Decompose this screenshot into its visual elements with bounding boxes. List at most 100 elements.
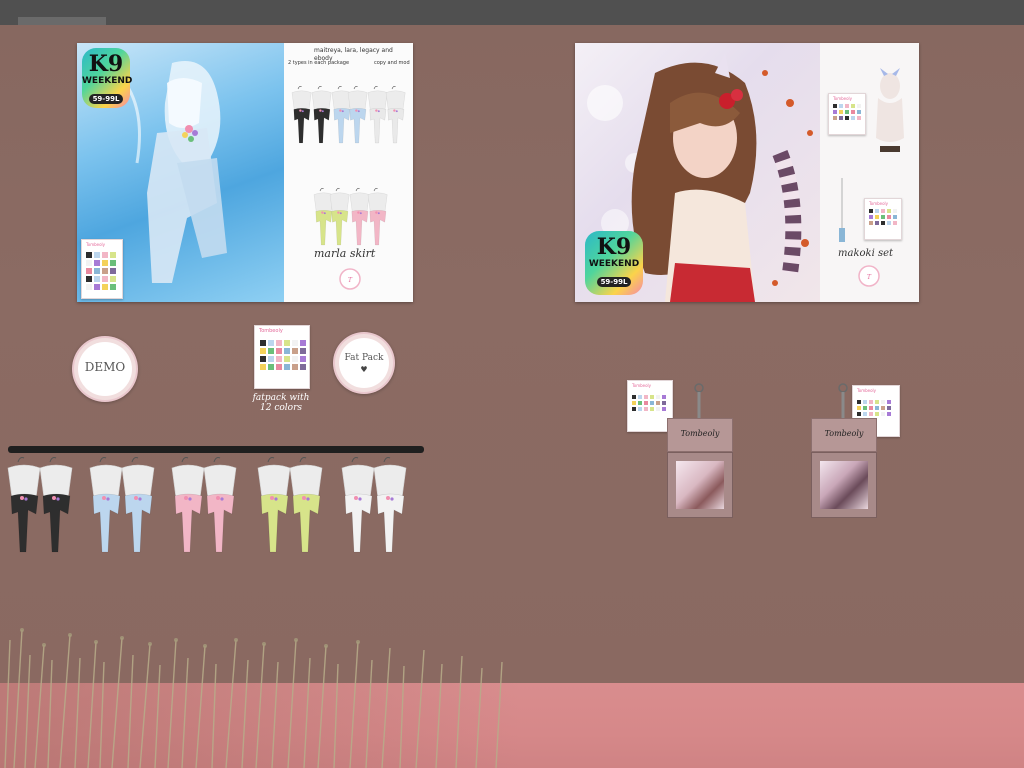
color-swatch xyxy=(881,215,885,219)
grass-decoration xyxy=(4,628,503,768)
color-swatch xyxy=(662,395,666,399)
color-swatch xyxy=(638,407,642,411)
demo-button[interactable]: DEMO xyxy=(78,342,132,396)
fatpack-caption: fatpack with 12 colors xyxy=(252,393,310,413)
color-swatch xyxy=(869,406,873,410)
color-swatch xyxy=(292,364,298,370)
color-swatch xyxy=(869,209,873,213)
mannequin-skirt xyxy=(367,188,388,246)
color-swatch xyxy=(887,412,891,416)
color-swatch xyxy=(638,401,642,405)
color-swatch xyxy=(276,340,282,346)
mannequin-skirt xyxy=(171,457,205,553)
color-swatch xyxy=(839,110,843,114)
viewer-top-bar xyxy=(0,0,1024,25)
vendor-box[interactable]: Tombeoly xyxy=(811,383,877,518)
brand-seal-icon: T xyxy=(339,268,361,290)
color-swatch xyxy=(86,252,92,258)
color-swatch xyxy=(875,412,879,416)
vendor-sign: Tombeoly xyxy=(811,418,877,452)
color-swatch xyxy=(632,395,636,399)
color-swatch xyxy=(260,348,266,354)
color-swatch xyxy=(875,400,879,404)
swatch-grid xyxy=(869,209,897,225)
color-swatch xyxy=(863,412,867,416)
color-swatch xyxy=(644,395,648,399)
color-swatch xyxy=(300,348,306,354)
fatpack-button[interactable]: Fat Pack ♥ xyxy=(339,338,389,388)
color-swatch xyxy=(300,364,306,370)
marla-skirt-poster[interactable]: K9 WEEKEND 59-99L Tombeoly maitreya, lar… xyxy=(77,43,413,302)
color-swatch xyxy=(893,209,897,213)
color-swatch xyxy=(86,260,92,266)
color-swatch xyxy=(94,268,100,274)
mannequin-skirt xyxy=(203,457,237,553)
color-swatch xyxy=(851,116,855,120)
color-swatch xyxy=(887,209,891,213)
fatpack-vendor-card[interactable]: Tombeoly xyxy=(254,325,310,389)
swatch-grid xyxy=(857,400,891,416)
mannequin-skirt xyxy=(385,86,406,144)
color-swatch xyxy=(863,406,867,410)
vendor-product-box xyxy=(667,452,733,518)
color-swatch xyxy=(94,260,100,266)
color-swatch xyxy=(881,406,885,410)
vendor-product-box xyxy=(811,452,877,518)
color-swatch xyxy=(875,209,879,213)
color-swatch xyxy=(656,407,660,411)
color-swatch xyxy=(284,356,290,362)
mannequin-skirt xyxy=(367,86,388,144)
color-swatch xyxy=(875,215,879,219)
color-swatch xyxy=(260,364,266,370)
color-swatch xyxy=(839,104,843,108)
color-swatch xyxy=(276,348,282,354)
color-swatch xyxy=(893,215,897,219)
color-swatch xyxy=(110,268,116,274)
badge-title: K9 xyxy=(596,234,632,260)
mannequin-skirt xyxy=(121,457,155,553)
mannequin-skirt xyxy=(329,188,350,246)
product-title: makoki set xyxy=(838,248,894,259)
color-swatch xyxy=(881,412,885,416)
color-swatch xyxy=(284,340,290,346)
badge-title: K9 xyxy=(88,51,124,77)
color-swatch xyxy=(887,215,891,219)
brand-logo: Tombeoly xyxy=(680,429,720,438)
mannequin-skirt xyxy=(311,86,332,144)
brand-logo: Tombeoly xyxy=(824,429,864,438)
color-swatch xyxy=(887,221,891,225)
color-swatch xyxy=(650,395,654,399)
mannequin-skirt xyxy=(39,457,73,553)
color-swatch xyxy=(644,401,648,405)
color-swatch xyxy=(94,252,100,258)
swatch-header: Tombeoly xyxy=(869,201,889,206)
swatch-header: Tombeoly xyxy=(857,388,877,393)
product-panel: Tombeoly Tombeoly makoki set T xyxy=(820,43,919,302)
swatch-grid xyxy=(260,340,306,370)
color-swatch-card: Tombeoly xyxy=(828,93,866,135)
color-swatch xyxy=(292,340,298,346)
color-swatch xyxy=(110,276,116,282)
demo-label: DEMO xyxy=(84,360,126,374)
bust-display-icon xyxy=(876,68,904,152)
color-swatch xyxy=(857,116,861,120)
color-swatch xyxy=(845,104,849,108)
mannequin-skirt xyxy=(291,86,312,144)
vendor-box[interactable]: Tombeoly xyxy=(667,383,733,518)
color-swatch xyxy=(644,407,648,411)
mannequin-skirt xyxy=(89,457,123,553)
product-panel: maitreya, lara, legacy and ebody 2 types… xyxy=(284,43,413,302)
color-swatch xyxy=(86,276,92,282)
makoki-set-poster[interactable]: K9 WEEKEND 59-99L Tombeoly Tombeoly mako… xyxy=(575,43,919,302)
color-swatch xyxy=(284,364,290,370)
color-swatch xyxy=(268,340,274,346)
color-swatch xyxy=(881,221,885,225)
permissions-note: copy and mod xyxy=(374,60,410,66)
color-swatch xyxy=(833,104,837,108)
color-swatch xyxy=(869,412,873,416)
color-swatch xyxy=(857,104,861,108)
color-swatch xyxy=(638,395,642,399)
color-swatch xyxy=(881,209,885,213)
mannequin-skirt xyxy=(373,457,407,553)
color-swatch xyxy=(875,221,879,225)
